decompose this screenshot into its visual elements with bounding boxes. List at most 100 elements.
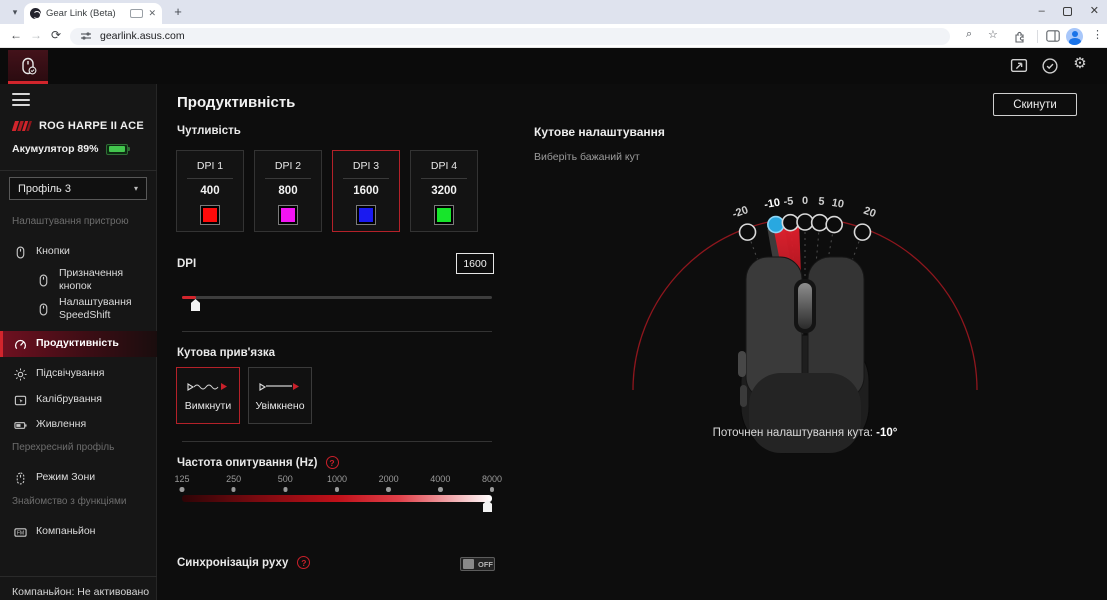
menu-dots-icon[interactable]: ⋮ xyxy=(1092,28,1103,41)
profile-avatar[interactable] xyxy=(1066,28,1083,45)
gauge-angle-node--20[interactable] xyxy=(740,224,756,240)
angle-snapping-on-button[interactable]: Увімкнено xyxy=(248,367,312,424)
browser-tab[interactable]: Gear Link (Beta) ✕ xyxy=(24,3,162,24)
gauge-angle-label: -5 xyxy=(783,195,794,208)
polling-tick: 125 xyxy=(174,474,189,492)
memory-saver-icon xyxy=(130,9,143,18)
sidebar-item-calibration[interactable]: Калібрування xyxy=(0,388,157,412)
snap-off-icon xyxy=(185,379,231,395)
screen-share-icon[interactable] xyxy=(1010,57,1028,75)
sensitivity-label: Чутливість xyxy=(177,125,241,137)
polling-tick: 1000 xyxy=(327,474,347,492)
bookmark-star-icon[interactable]: ☆ xyxy=(988,28,998,41)
angle-snapping-off-button[interactable]: Вимкнути xyxy=(176,367,240,424)
calibration-icon xyxy=(14,394,27,407)
polling-rate-label: Частота опитування (Hz) xyxy=(177,457,318,469)
back-button[interactable]: ← xyxy=(8,28,24,42)
device-tab-mouse[interactable] xyxy=(8,50,48,84)
polling-tick: 2000 xyxy=(379,474,399,492)
settings-gear-icon[interactable]: ⚙ xyxy=(1071,55,1089,73)
divider xyxy=(182,441,492,442)
dpi-card-1[interactable]: DPI 1 400 xyxy=(176,150,244,232)
mouse-icon xyxy=(37,303,50,316)
gauge-angle-label: 20 xyxy=(862,205,878,220)
dpi-slider-fill xyxy=(182,296,196,299)
companion-status: Компаньйон: Не активовано xyxy=(12,586,149,598)
section-header-cross-profile: Перехресний профіль xyxy=(12,442,114,453)
dpi-card-2[interactable]: DPI 2 800 xyxy=(254,150,322,232)
sidebar-item-lighting[interactable]: Підсвічування xyxy=(0,362,157,386)
window-minimize-button[interactable]: – xyxy=(1039,2,1045,20)
sidebar-item-buttons[interactable]: Кнопки xyxy=(0,240,157,264)
polling-slider-track[interactable] xyxy=(182,495,492,502)
motion-sync-toggle[interactable]: OFF xyxy=(460,557,495,571)
dpi-value-input[interactable]: 1600 xyxy=(456,253,494,274)
angle-panel-title: Кутове налаштування xyxy=(534,125,665,139)
dpi-slider-track[interactable] xyxy=(182,296,492,299)
tab-search-icon[interactable]: ▾ xyxy=(8,5,22,19)
app-window: ▾ Gear Link (Beta) ✕ + – ✕ ← → ⟳ gearlin… xyxy=(0,0,1107,600)
profile-selector[interactable]: Профіль 3 ▾ xyxy=(9,177,147,200)
sidebar: ROG HARPE II ACE Акумулятор 89% Профіль … xyxy=(0,84,157,600)
battery-icon xyxy=(14,419,27,432)
sidebar-item-button-assignment[interactable]: Призначення кнопок xyxy=(0,268,157,292)
gauge-angle-node--5[interactable] xyxy=(782,215,798,231)
toggle-state-text: OFF xyxy=(478,560,493,569)
window-close-button[interactable]: ✕ xyxy=(1090,2,1099,20)
motion-sync-label: Синхронізація руху xyxy=(177,557,288,569)
gauge-angle-node-20[interactable] xyxy=(854,224,870,240)
gauge-angle-node-0[interactable] xyxy=(797,214,813,230)
reload-button[interactable]: ⟳ xyxy=(48,28,64,42)
forward-button[interactable]: → xyxy=(28,28,44,42)
polling-help-icon[interactable]: ? xyxy=(326,456,339,469)
dpi-label: DPI xyxy=(177,258,196,270)
tab-close-icon[interactable]: ✕ xyxy=(148,8,156,19)
sidebar-divider xyxy=(0,576,157,577)
section-header-device-settings: Налаштування пристрою xyxy=(12,216,129,227)
sidebar-item-performance[interactable]: Продуктивність xyxy=(0,331,157,357)
rog-logo-icon xyxy=(12,120,32,132)
mouse-icon xyxy=(37,274,50,287)
main-panel: Продуктивність Скинути Чутливість DPI 1 … xyxy=(157,84,1107,600)
polling-rate-slider[interactable]: 125 250 500 1000 2000 4000 8000 xyxy=(182,474,492,514)
dpi-preset-cards: DPI 1 400 DPI 2 800 DPI 3 1600 DPI 4 320… xyxy=(176,150,478,232)
dpi-slider-handle[interactable] xyxy=(191,299,200,311)
battery-label: Акумулятор 89% xyxy=(12,143,98,155)
site-favicon xyxy=(30,8,41,19)
dpi-card-4[interactable]: DPI 4 3200 xyxy=(410,150,478,232)
profile-selector-value: Профіль 3 xyxy=(18,183,134,195)
dpi-card-3-selected[interactable]: DPI 3 1600 xyxy=(332,150,400,232)
zoom-icon[interactable]: ⌕ xyxy=(966,28,972,41)
polling-tick: 500 xyxy=(278,474,293,492)
angle-panel-subtitle: Виберіть бажаний кут xyxy=(534,151,640,163)
mouse-device-icon xyxy=(18,56,38,76)
address-bar[interactable]: gearlink.asus.com xyxy=(70,28,950,45)
gauge-angle-label: 10 xyxy=(831,197,845,211)
gauge-angle-node-10[interactable] xyxy=(826,217,842,233)
sidebar-item-speedshift[interactable]: Налаштування SpeedShift xyxy=(0,292,157,326)
extensions-puzzle-icon[interactable] xyxy=(1014,30,1027,43)
mouse-icon xyxy=(14,246,27,259)
chevron-down-icon: ▾ xyxy=(134,184,138,193)
gauge-angle-label: -20 xyxy=(731,204,750,221)
update-check-icon[interactable] xyxy=(1041,57,1059,75)
polling-tick: 8000 xyxy=(482,474,502,492)
gauge-angle-node-5[interactable] xyxy=(812,215,828,231)
new-tab-button[interactable]: + xyxy=(170,4,186,20)
toggle-knob xyxy=(463,559,474,569)
hamburger-menu-icon[interactable] xyxy=(12,93,30,106)
side-panel-icon[interactable] xyxy=(1046,30,1060,42)
window-maximize-button[interactable] xyxy=(1063,7,1072,16)
sidebar-item-companion[interactable]: FM Компаньйон xyxy=(0,520,157,544)
device-name: ROG HARPE II ACE xyxy=(39,120,144,132)
sidebar-item-zone-mode[interactable]: Режим Зони xyxy=(0,466,157,490)
motion-sync-help-icon[interactable]: ? xyxy=(297,556,310,569)
toolbar-divider xyxy=(1037,30,1038,43)
dpi-color-swatch xyxy=(200,205,220,225)
reset-button[interactable]: Скинути xyxy=(993,93,1077,116)
site-info-icon[interactable] xyxy=(80,30,92,42)
dpi-slider[interactable] xyxy=(182,294,492,310)
sidebar-item-power[interactable]: Живлення xyxy=(0,413,157,437)
gauge-angle-node--10[interactable] xyxy=(768,217,784,233)
page-title: Продуктивність xyxy=(177,94,295,111)
